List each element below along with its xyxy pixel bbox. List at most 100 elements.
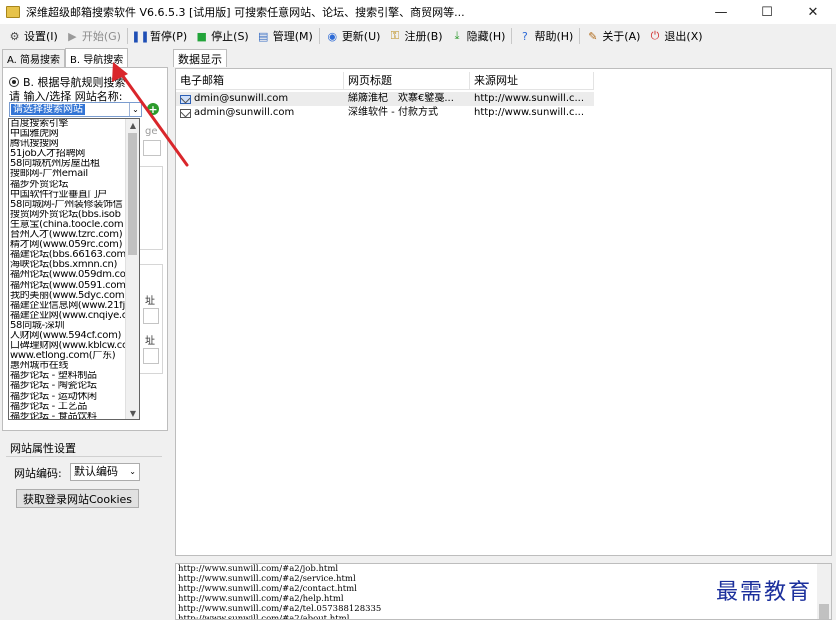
dropdown-item[interactable]: 腾讯搜搜网 <box>9 139 125 149</box>
tab-data-display[interactable]: 数据显示 <box>173 49 227 67</box>
toolbar-label: 暂停(P) <box>149 30 188 43</box>
tab-simple-search[interactable]: A. 简易搜索 <box>2 49 66 67</box>
dropdown-item[interactable]: 海峡论坛(bbs.xmnn.cn) <box>9 260 125 270</box>
toolbar-separator <box>579 28 581 44</box>
add-site-button[interactable]: + <box>147 103 159 115</box>
dropdown-item[interactable]: 福步论坛 - 工艺品 <box>9 402 125 412</box>
toolbar-document-button[interactable]: ▤ 管理(M) <box>253 26 317 46</box>
dropdown-item[interactable]: 51job人才招聘网 <box>9 149 125 159</box>
dropdown-item[interactable]: 福州论坛(www.059dm.com) <box>9 270 125 280</box>
hidden-label-fragment: ge <box>145 126 158 137</box>
toolbar-power-button[interactable]: ⏻ 退出(X) <box>644 26 706 46</box>
cell-text: dmin@sunwill.com <box>194 93 289 104</box>
dropdown-item[interactable]: 福建企业信息网(www.21fj <box>9 301 125 311</box>
cell-text: 深维软件 - 付款方式 <box>348 107 438 118</box>
toolbar-download-button[interactable]: ⤓ 隐藏(H) <box>447 26 510 46</box>
table-cell-title: 深维软件 - 付款方式 <box>344 106 470 120</box>
column-header-email[interactable]: 电子邮箱 <box>176 72 344 90</box>
help-icon: ? <box>522 29 528 43</box>
dropdown-item[interactable]: 58同城网-广州装修装饰信 <box>9 200 125 210</box>
table-row[interactable]: dmin@sunwill.com 綈簰淮杞 欢寨€鐾戞... http://www.… <box>176 92 594 106</box>
site-name-combobox[interactable]: 请选择搜索网站 ⌄ <box>9 102 142 117</box>
hidden-url-input <box>143 308 159 324</box>
dropdown-item[interactable]: 中国软件行业垂直门户 <box>9 190 125 200</box>
dropdown-item[interactable]: 福步论坛 - 塑料制品 <box>9 371 125 381</box>
toolbar-stop-button[interactable]: ■ 停止(S) <box>191 26 253 46</box>
toolbar-gear-button[interactable]: ⚙ 设置(I) <box>4 26 62 46</box>
dropdown-item[interactable]: 福建企业网(www.cnqiye.c <box>9 311 125 321</box>
dropdown-item[interactable]: www.etlong.com(广东) <box>9 351 125 361</box>
toolbar-label: 注册(B) <box>404 30 443 43</box>
dropdown-item[interactable]: 台州人才(www.tzrc.com) <box>9 230 125 240</box>
maximize-button[interactable]: ☐ <box>744 0 790 24</box>
chevron-down-icon: ⌄ <box>129 467 136 476</box>
dropdown-item[interactable]: 福步论坛 - 食品饮料 <box>9 412 125 419</box>
toolbar-label: 帮助(H) <box>534 30 574 43</box>
toolbar-label: 隐藏(H) <box>466 30 506 43</box>
encoding-select[interactable]: 默认编码 ⌄ <box>70 463 140 481</box>
toolbar-play-button[interactable]: ▶ 开始(G) <box>62 26 125 46</box>
toolbar-help-button[interactable]: ? 帮助(H) <box>514 26 577 46</box>
dropdown-item[interactable]: 生意宝(china.toocle.com <box>9 220 125 230</box>
stop-icon: ■ <box>196 29 207 43</box>
chevron-down-icon[interactable]: ⌄ <box>129 103 141 116</box>
toolbar-label: 开始(G) <box>81 30 121 43</box>
toolbar-key-button[interactable]: ⚿ 注册(B) <box>384 26 446 46</box>
dropdown-item[interactable]: 福建论坛(bbs.66163.com) <box>9 250 125 260</box>
get-cookies-button[interactable]: 获取登录网站Cookies <box>16 489 139 508</box>
hidden-input-fragment <box>143 140 161 156</box>
dropdown-item[interactable]: 精才网(www.059rc.com) <box>9 240 125 250</box>
toolbar-label: 关于(A) <box>602 30 641 43</box>
minimize-button[interactable]: — <box>698 0 744 24</box>
site-dropdown-list[interactable]: 百度搜索引擎 中国雅虎网 腾讯搜搜网 51job人才招聘网 58同城杭州房屋出租 搜邮网-… <box>8 118 140 420</box>
hidden-url-label-2: 址 <box>145 336 155 347</box>
dropdown-item[interactable]: 百度搜索引擎 <box>9 119 125 129</box>
play-icon: ▶ <box>68 29 77 43</box>
dropdown-item[interactable]: 中国雅虎网 <box>9 129 125 139</box>
scroll-thumb[interactable] <box>128 133 137 255</box>
column-header-title[interactable]: 网页标题 <box>344 72 470 90</box>
mail-icon <box>180 108 191 118</box>
log-line: http://www.sunwill.com/#a2/about.html <box>178 614 350 620</box>
dropdown-item[interactable]: 人财网(www.594cf.com) <box>9 331 125 341</box>
column-header-url[interactable]: 来源网址 <box>470 72 594 90</box>
scroll-down-icon[interactable]: ▼ <box>126 407 139 419</box>
dropdown-item[interactable]: 搜贸网外贸论坛(bbs.isob <box>9 210 125 220</box>
key-icon: ⚿ <box>390 29 400 42</box>
table-cell-email: dmin@sunwill.com <box>176 92 344 106</box>
dropdown-scrollbar[interactable]: ▲ ▼ <box>125 119 139 419</box>
dropdown-item[interactable]: 惠州城市在线 <box>9 361 125 371</box>
toolbar-separator <box>318 28 320 44</box>
dropdown-item[interactable]: 福步外贸论坛 <box>9 180 125 190</box>
dropdown-item[interactable]: 福州论坛(www.0591.com) <box>9 281 125 291</box>
title-bar: 深维超级邮箱搜索软件 V6.6.5.3 [试用版] 可搜索任意网站、论坛、搜索引… <box>0 0 836 24</box>
toolbar-about-button[interactable]: ✎ 关于(A) <box>582 26 644 46</box>
dropdown-item[interactable]: 搜邮网-广州email <box>9 169 125 179</box>
log-scrollbar[interactable] <box>817 564 831 619</box>
dropdown-item[interactable]: 58同城-深圳 <box>9 321 125 331</box>
toolbar-globe-button[interactable]: ◉ 更新(U) <box>322 26 385 46</box>
table-cell-email: admin@sunwill.com <box>176 106 344 120</box>
encoding-value: 默认编码 <box>74 465 118 478</box>
table-cell-title: 綈簰淮杞 欢寨€鐾戞... <box>344 92 470 106</box>
toolbar-pause-button[interactable]: ❚❚ 暂停(P) <box>130 26 191 46</box>
dropdown-item[interactable]: 口碑理财网(www.kblcw.cc <box>9 341 125 351</box>
results-grid: 电子邮箱 网页标题 来源网址 dmin@sunwill.com 綈簰淮杞 欢寨€鐾… <box>175 68 832 556</box>
tab-navigation-search[interactable]: B. 导航搜索 <box>65 48 129 67</box>
document-icon: ▤ <box>258 29 269 43</box>
table-row[interactable]: admin@sunwill.com 深维软件 - 付款方式 http://www.s… <box>176 106 594 120</box>
close-button[interactable]: ✕ <box>790 0 836 24</box>
dropdown-item[interactable]: 福步论坛 - 运动休闲 <box>9 392 125 402</box>
scroll-up-icon[interactable]: ▲ <box>126 119 139 131</box>
dropdown-item[interactable]: 福步论坛 - 陶瓷论坛 <box>9 381 125 391</box>
dropdown-item[interactable]: 我的美丽(www.5dyc.com) <box>9 291 125 301</box>
radio-dot-icon <box>9 77 19 87</box>
left-tab-strip: A. 简易搜索 B. 导航搜索 <box>2 48 129 67</box>
log-scroll-thumb[interactable] <box>819 604 829 619</box>
app-envelope-icon <box>6 6 20 18</box>
site-properties-group: 网站属性设置 网站编码: 默认编码 ⌄ 获取登录网站Cookies <box>2 434 168 620</box>
dropdown-item[interactable]: 58同城杭州房屋出租 <box>9 159 125 169</box>
window-title: 深维超级邮箱搜索软件 V6.6.5.3 [试用版] 可搜索任意网站、论坛、搜索引… <box>26 6 465 19</box>
grid-header: 电子邮箱 网页标题 来源网址 <box>176 72 594 90</box>
site-properties-title: 网站属性设置 <box>10 442 76 455</box>
